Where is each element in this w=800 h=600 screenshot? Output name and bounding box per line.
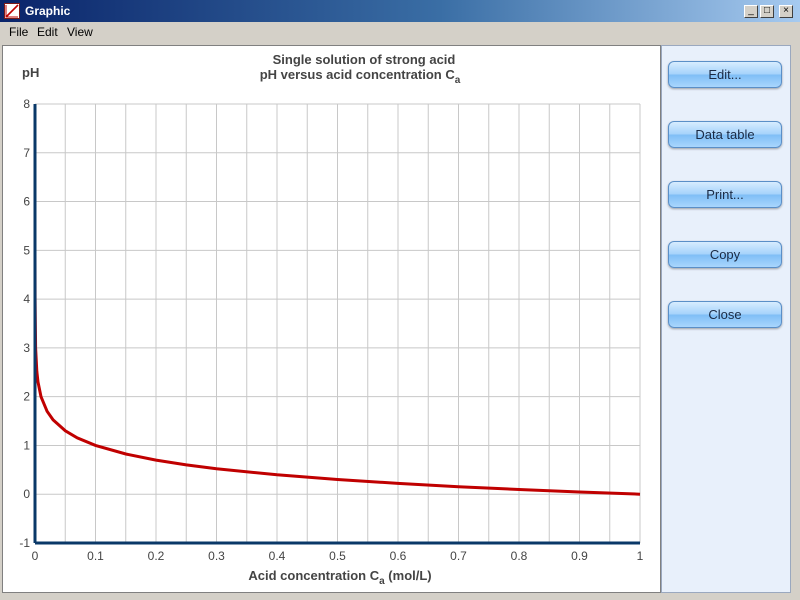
close-icon[interactable]: ×	[779, 5, 793, 18]
menu-bar: File Edit View	[0, 22, 800, 41]
print-button[interactable]: Print...	[668, 181, 782, 208]
close-button[interactable]: Close	[668, 301, 782, 328]
menu-edit[interactable]: Edit	[37, 25, 58, 39]
plot-panel	[2, 45, 661, 593]
minimize-icon[interactable]: _	[744, 5, 758, 18]
title-bar: Graphic _ □ ×	[0, 0, 800, 22]
edit-button[interactable]: Edit...	[668, 61, 782, 88]
copy-button[interactable]: Copy	[668, 241, 782, 268]
window-title: Graphic	[25, 4, 71, 18]
data-table-button[interactable]: Data table	[668, 121, 782, 148]
app-icon	[4, 3, 20, 19]
menu-file[interactable]: File	[9, 25, 28, 39]
maximize-icon[interactable]: □	[760, 5, 774, 18]
menu-view[interactable]: View	[67, 25, 93, 39]
